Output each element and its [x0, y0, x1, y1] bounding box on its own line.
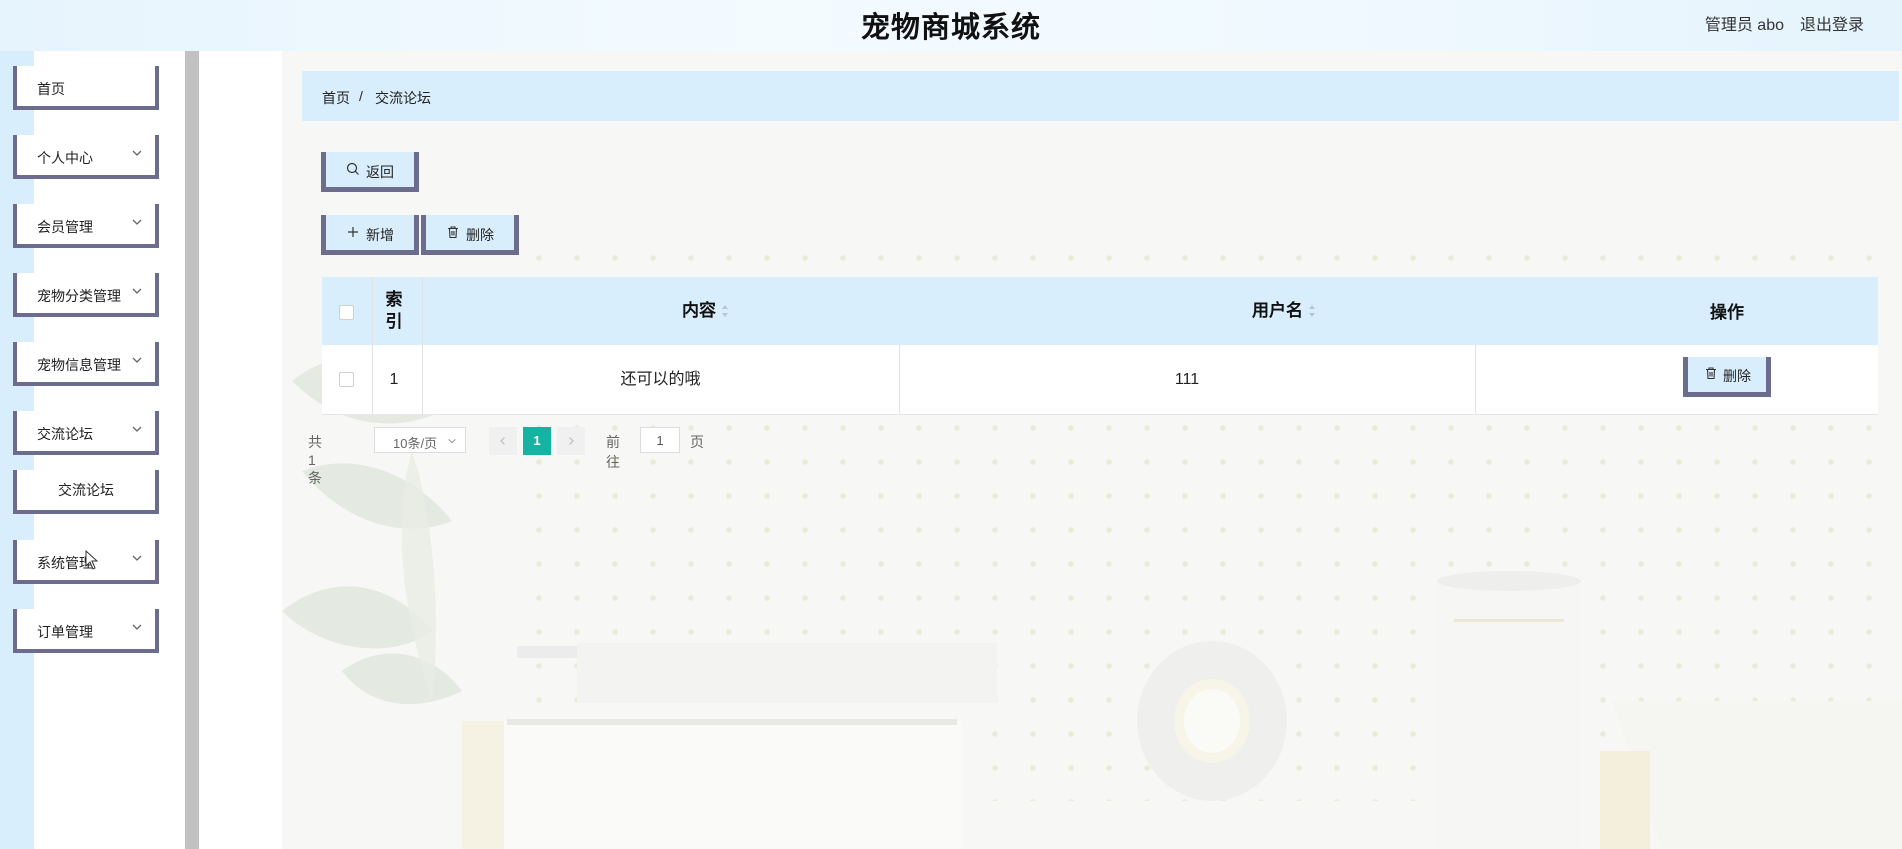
chevron-down-icon — [448, 438, 456, 444]
goto-suffix: 页 — [690, 434, 704, 450]
column-header-index: 索引 — [385, 290, 403, 331]
mouse-cursor-icon — [85, 550, 99, 570]
sidebar-item-label: 订单管理 — [37, 624, 93, 640]
breadcrumb-separator: / — [359, 88, 363, 104]
sidebar-subitem-forum[interactable]: 交流论坛 — [13, 470, 159, 514]
sidebar-item-pet-category[interactable]: 宠物分类管理 — [13, 273, 159, 317]
sidebar-item-label: 会员管理 — [37, 219, 93, 235]
chevron-down-icon — [132, 426, 142, 432]
column-header-content[interactable]: 内容 — [682, 277, 742, 345]
search-icon — [346, 162, 359, 175]
column-divider — [372, 277, 373, 414]
table-row: 1 还可以的哦 111 删除 — [322, 345, 1878, 415]
chevron-right-icon — [569, 437, 574, 445]
back-button[interactable]: 返回 — [321, 152, 419, 192]
sidebar-item-pet-info[interactable]: 宠物信息管理 — [13, 342, 159, 386]
sidebar-item-label: 交流论坛 — [37, 426, 93, 442]
main-content: 首页 / 交流论坛 返回 新增 删除 索引 内容 用户名 操作 1 还可以的哦 … — [282, 51, 1902, 849]
chevron-down-icon — [132, 150, 142, 156]
sidebar-item-home[interactable]: 首页 — [13, 66, 159, 110]
back-button-label: 返回 — [366, 164, 394, 180]
add-button-label: 新增 — [366, 227, 394, 243]
chevron-down-icon — [132, 219, 142, 225]
bulk-delete-button-label: 删除 — [466, 227, 494, 243]
column-header-actions: 操作 — [1710, 303, 1744, 322]
breadcrumb-current: 交流论坛 — [375, 90, 431, 106]
cell-index: 1 — [389, 371, 399, 388]
sidebar-item-label: 宠物分类管理 — [37, 288, 121, 304]
page-size-select[interactable]: 10条/页 — [374, 427, 466, 453]
logout-link[interactable]: 退出登录 — [1800, 11, 1864, 35]
cell-username: 111 — [1174, 371, 1200, 388]
sidebar-item-label: 首页 — [37, 81, 65, 97]
forum-table: 索引 内容 用户名 操作 1 还可以的哦 111 删除 — [322, 277, 1878, 415]
bulk-delete-button[interactable]: 删除 — [421, 215, 519, 255]
page-size-value: 10条/页 — [393, 436, 438, 451]
prev-page-button[interactable] — [489, 427, 517, 455]
cell-content: 还可以的哦 — [620, 371, 701, 388]
sidebar-scrollbar[interactable] — [185, 51, 199, 849]
sidebar-item-label: 交流论坛 — [58, 482, 114, 498]
row-delete-button[interactable]: 删除 — [1683, 357, 1771, 397]
chevron-down-icon — [132, 288, 142, 294]
sidebar-item-label: 个人中心 — [37, 150, 93, 166]
column-divider — [1475, 345, 1476, 414]
page-number-current[interactable]: 1 — [523, 427, 551, 455]
plus-icon — [348, 227, 358, 237]
sidebar-item-order-management[interactable]: 订单管理 — [13, 609, 159, 653]
pagination-total: 共 1 条 — [308, 434, 322, 486]
trash-icon — [1706, 367, 1716, 380]
column-header-username[interactable]: 用户名 — [1252, 277, 1332, 345]
next-page-button[interactable] — [557, 427, 585, 455]
sort-icon[interactable] — [721, 304, 729, 318]
goto-page-input[interactable] — [640, 427, 680, 453]
chevron-left-icon — [500, 437, 505, 445]
app-title: 宠物商城系统 — [860, 10, 1041, 44]
add-button[interactable]: 新增 — [321, 215, 419, 255]
table-header: 索引 内容 用户名 操作 — [322, 277, 1878, 345]
column-divider — [422, 277, 423, 414]
current-user: 管理员 abo — [1704, 17, 1784, 34]
sidebar-item-member-management[interactable]: 会员管理 — [13, 204, 159, 248]
column-divider — [899, 345, 900, 414]
breadcrumb: 首页 / 交流论坛 — [302, 71, 1899, 121]
sidebar-item-label: 宠物信息管理 — [37, 357, 121, 373]
trash-icon — [448, 226, 458, 239]
goto-prefix: 前往 — [606, 434, 620, 470]
top-bar: 宠物商城系统 管理员 abo 退出登录 — [0, 0, 1902, 51]
content-gutter — [199, 51, 282, 849]
chevron-down-icon — [132, 624, 142, 630]
sort-icon[interactable] — [1308, 304, 1316, 318]
row-checkbox[interactable] — [339, 372, 354, 387]
breadcrumb-home[interactable]: 首页 — [322, 88, 350, 108]
chevron-down-icon — [132, 555, 142, 561]
chevron-down-icon — [132, 357, 142, 363]
select-all-checkbox[interactable] — [339, 305, 354, 320]
sidebar-item-forum[interactable]: 交流论坛 — [13, 411, 159, 455]
sidebar-item-personal-center[interactable]: 个人中心 — [13, 135, 159, 179]
row-delete-button-label: 删除 — [1723, 368, 1751, 384]
